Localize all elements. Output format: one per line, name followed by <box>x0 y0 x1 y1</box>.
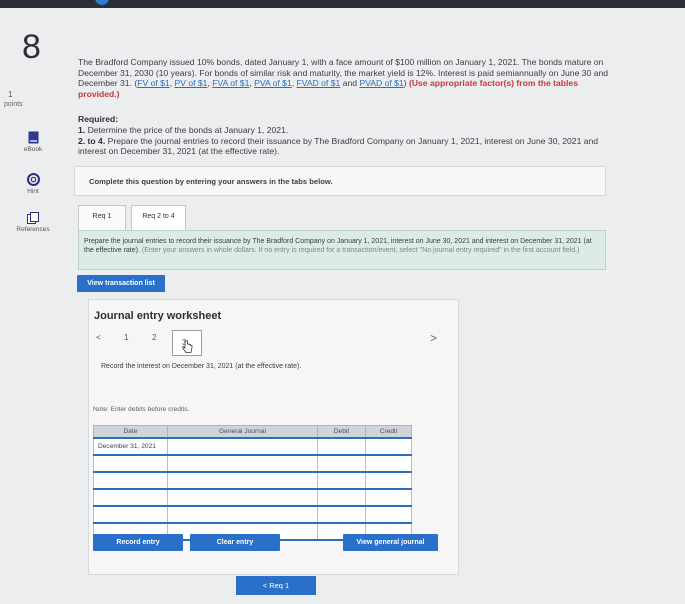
lifebuoy-icon <box>26 173 40 186</box>
debit-cell[interactable] <box>317 454 366 473</box>
link-fvad[interactable]: FVAD of $1 <box>297 78 341 88</box>
tab-req-1[interactable]: Req 1 <box>78 205 126 231</box>
item2-number: 2. to 4. <box>78 135 106 146</box>
credit-cell[interactable] <box>365 505 412 524</box>
link-fv[interactable]: FV of $1 <box>137 78 169 88</box>
credit-cell[interactable] <box>365 471 412 490</box>
date-cell[interactable] <box>93 454 168 473</box>
link-pvad[interactable]: PVAD of $1 <box>359 78 403 88</box>
account-cell[interactable] <box>167 488 318 507</box>
link-pva[interactable]: PVA of $1 <box>254 78 292 88</box>
link-pv[interactable]: PV of $1 <box>175 78 208 88</box>
entry-description: Record the interest on December 31, 2021… <box>101 363 302 370</box>
item2-text: Prepare the journal entries to record th… <box>78 135 599 157</box>
tab-instruction-faint: (Enter your answers in whole dollars. If… <box>141 246 580 254</box>
date-cell[interactable] <box>93 471 168 490</box>
credit-cell[interactable] <box>365 488 412 507</box>
account-cell[interactable] <box>167 505 318 524</box>
clear-entry-button[interactable]: Clear entry <box>190 534 280 551</box>
table-row <box>93 488 412 507</box>
points-value: 1 <box>8 90 13 99</box>
credit-cell[interactable] <box>365 437 412 456</box>
debit-cell[interactable] <box>317 505 366 524</box>
debit-cell[interactable] <box>317 437 366 456</box>
account-cell[interactable] <box>167 454 318 473</box>
next-page-arrow[interactable]: > <box>430 331 437 345</box>
hint-tool[interactable]: Hint <box>16 173 50 195</box>
journal-header-row: Date General Journal Debit Credit <box>93 425 412 439</box>
table-row <box>93 505 412 524</box>
status-icon <box>95 0 109 5</box>
journal-table: Date General Journal Debit Credit Decemb… <box>93 425 412 541</box>
account-cell[interactable] <box>167 437 318 456</box>
date-cell[interactable] <box>93 505 168 524</box>
instruction-text: Complete this question by entering your … <box>89 177 333 186</box>
item1-text: Determine the price of the bonds at Janu… <box>87 125 289 135</box>
debit-cell[interactable] <box>317 488 366 507</box>
problem-statement: The Bradford Company issued 10% bonds, d… <box>78 57 609 99</box>
required-title: Required: <box>78 114 119 124</box>
table-row <box>93 471 412 490</box>
worksheet-title: Journal entry worksheet <box>94 310 222 322</box>
prev-req-button[interactable]: < Req 1 <box>236 576 316 595</box>
table-row <box>93 454 412 473</box>
table-row: December 31, 2021 <box>93 437 412 456</box>
date-cell[interactable] <box>93 488 168 507</box>
question-number: 8 <box>22 28 41 66</box>
references-tool[interactable]: References <box>16 212 50 233</box>
book-icon <box>28 131 38 144</box>
link-fva[interactable]: FVA of $1 <box>212 78 249 88</box>
required-list: 1. Determine the price of the bonds at J… <box>78 125 614 157</box>
ebook-tool[interactable]: eBook <box>16 131 50 153</box>
col-debit: Debit <box>317 425 366 439</box>
required-item-1: 1. Determine the price of the bonds at J… <box>78 125 614 136</box>
instruction-box: Complete this question by entering your … <box>74 166 606 196</box>
date-cell[interactable]: December 31, 2021 <box>93 437 168 456</box>
record-entry-button[interactable]: Record entry <box>93 534 183 551</box>
hint-label: Hint <box>27 188 39 195</box>
page-3-current[interactable]: 3 <box>172 330 202 356</box>
references-icon <box>27 212 39 224</box>
page-1[interactable]: 1 <box>124 333 128 342</box>
view-transaction-list-button[interactable]: View transaction list <box>77 275 165 292</box>
col-credit: Credit <box>365 425 412 439</box>
col-date: Date <box>93 425 168 439</box>
view-general-journal-button[interactable]: View general journal <box>343 534 438 551</box>
credit-cell[interactable] <box>365 454 412 473</box>
account-cell[interactable] <box>167 471 318 490</box>
ebook-label: eBook <box>23 146 43 153</box>
item1-number: 1. <box>78 125 86 135</box>
references-label: References <box>16 226 50 233</box>
and-word: and <box>342 78 358 89</box>
tab-instruction-box: Prepare the journal entries to record th… <box>78 230 606 270</box>
tab-req-2-to-4[interactable]: Req 2 to 4 <box>131 205 186 230</box>
required-item-2: 2. to 4. Prepare the journal entries to … <box>78 136 614 157</box>
top-bar <box>0 0 685 8</box>
prev-page-arrow[interactable]: < <box>96 333 101 342</box>
col-general-journal: General Journal <box>167 425 318 439</box>
debit-cell[interactable] <box>317 471 366 490</box>
debits-note: Note: Enter debits before credits. <box>93 406 190 413</box>
hand-cursor-icon <box>182 340 193 353</box>
page-2[interactable]: 2 <box>152 333 156 342</box>
points-label: points <box>4 101 23 108</box>
